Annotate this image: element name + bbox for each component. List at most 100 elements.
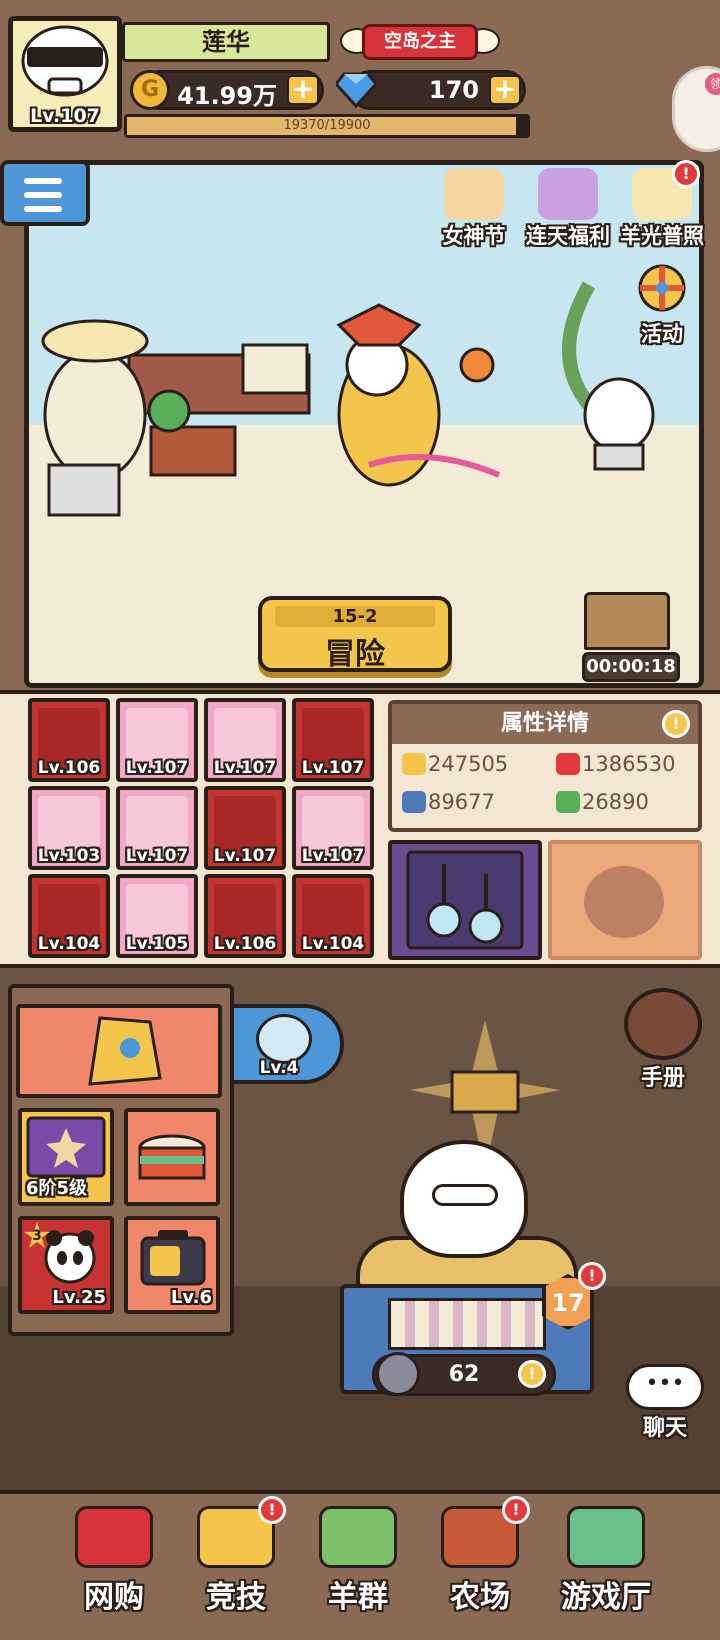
nav-label: 游戏厅 [561, 1580, 651, 1615]
stats-info-button[interactable]: ! [662, 710, 690, 738]
menu-icon-line [24, 206, 62, 212]
drum-slot[interactable] [124, 1108, 220, 1206]
fishbowl-level: Lv.4 [259, 1058, 299, 1078]
main-menu-button[interactable] [0, 160, 90, 226]
equipment-slot-pot[interactable]: Lv.107 [204, 698, 286, 782]
fireworks-icon [26, 1116, 106, 1178]
melon-icon [147, 389, 191, 433]
jester-hat-icon [336, 303, 422, 347]
outfit-slot[interactable] [16, 1004, 222, 1098]
planter-icon [149, 425, 237, 477]
chat-button[interactable]: ••• 聊天 [620, 1364, 710, 1444]
event-goddess-festival[interactable]: 女神节 [428, 168, 520, 248]
diamond-icon [336, 72, 376, 108]
nav-flock[interactable]: 羊群 [298, 1500, 418, 1630]
equipment-slot-gazebo[interactable]: Lv.107 [116, 786, 198, 870]
speed-arrow-icon [556, 791, 580, 813]
nav-shopping-basket[interactable]: 网购 [54, 1500, 174, 1630]
add-gold-button[interactable]: + [287, 75, 319, 105]
player-name[interactable]: 莲华 [122, 22, 330, 62]
nav-label: 羊群 [328, 1580, 388, 1615]
chest-timer: 00:00:18 [582, 652, 680, 682]
equipment-slot-flower-planter[interactable]: Lv.107 [204, 786, 286, 870]
battery-level: Lv.6 [170, 1287, 212, 1308]
equipment-slot-table[interactable]: Lv.107 [292, 698, 374, 782]
beanstalk-icon [562, 281, 596, 410]
pen-alert-badge: ! [578, 1262, 606, 1290]
defense-stat: 89677 [402, 790, 495, 814]
gear-icon[interactable] [376, 1352, 420, 1396]
treasure-chest-icon[interactable] [584, 592, 670, 650]
nav-alert-badge: ! [502, 1496, 530, 1524]
chat-bubble-icon: ••• [626, 1364, 704, 1410]
exp-text: 19370/19900 [283, 118, 371, 133]
hp-value: 1386530 [582, 752, 676, 776]
attack-arm-icon [402, 753, 426, 775]
add-gem-button[interactable]: + [489, 75, 521, 105]
panda-level: Lv.25 [52, 1287, 106, 1308]
gem-value: 170 [428, 76, 479, 104]
nav-farm-barn[interactable]: 农场! [420, 1496, 540, 1630]
drum-icon [138, 1134, 206, 1180]
earring-gear-slot[interactable] [388, 840, 542, 960]
event-daily-welfare[interactable]: 连天福利 [522, 168, 614, 248]
title-badge-label: 空岛之主 [362, 24, 478, 60]
player-avatar[interactable]: Lv.107 [8, 16, 122, 132]
heart-icon [556, 753, 580, 775]
hp-stat: 1386530 [556, 752, 676, 776]
equipment-slot-signboard[interactable]: Lv.105 [116, 874, 198, 958]
side-reward-bubble[interactable]: 领 [672, 66, 720, 152]
equipment-level: Lv.107 [125, 758, 189, 778]
stage-progress-slot[interactable]: 6阶5级 [18, 1108, 114, 1206]
equipment-slot-railing[interactable]: Lv.104 [292, 874, 374, 958]
equipment-slot-hair[interactable]: Lv.106 [28, 698, 110, 782]
equipment-level: Lv.106 [213, 934, 277, 954]
nav-label: 竞技 [206, 1580, 266, 1615]
equipment-level: Lv.107 [213, 758, 277, 778]
stage-progress-label: 6阶5级 [26, 1178, 88, 1199]
yellow-dress-icon [88, 1016, 162, 1086]
nav-arcade-machine[interactable]: 游戏厅 [546, 1500, 666, 1630]
equipment-slot-sprout-fence[interactable]: Lv.107 [292, 786, 374, 870]
goddess-festival-icon [444, 168, 504, 220]
event-alert-badge: ! [672, 160, 700, 188]
gold-coin-icon: G [130, 70, 170, 110]
fishbowl-button[interactable]: Lv.4 [230, 1004, 344, 1084]
adventure-label: 冒险 [325, 637, 385, 672]
pet-silhouette-icon [584, 866, 664, 938]
equipment-slot-fork[interactable]: Lv.106 [204, 874, 286, 958]
flower-pot-icon [459, 347, 495, 383]
sun-hat-icon [41, 319, 149, 363]
equipment-level: Lv.104 [301, 934, 365, 954]
pet-slot[interactable] [548, 840, 702, 960]
cat-statue-icon [583, 377, 655, 453]
shopping-basket-icon [75, 1506, 153, 1568]
event-label: 女神节 [442, 224, 506, 248]
pen-info-button[interactable]: ! [518, 1360, 546, 1388]
earrings-icon [406, 850, 524, 950]
pedestal-icon [47, 463, 121, 517]
gem-counter: 170 + [350, 70, 526, 110]
player-level: Lv.107 [30, 105, 100, 127]
panda-slot[interactable]: 3 Lv.25 [18, 1216, 114, 1314]
equipment-slot-moon-decor[interactable]: Lv.107 [116, 698, 198, 782]
handbook-button[interactable]: 手册 [618, 988, 708, 1091]
equipment-slot-cat-statue[interactable]: Lv.103 [28, 786, 110, 870]
battery-slot[interactable]: Lv.6 [124, 1216, 220, 1314]
glasses-icon [432, 1184, 498, 1206]
equipment-level: Lv.104 [37, 934, 101, 954]
nav-trophy[interactable]: 竞技! [176, 1496, 296, 1630]
sheep-character[interactable] [400, 1140, 528, 1258]
pinwheel-icon [638, 264, 686, 312]
event-label: 羊光普照 [620, 224, 704, 248]
gold-value: 41.99万 [177, 82, 277, 110]
attack-stat: 247505 [402, 752, 508, 776]
event-activities[interactable]: 活动 [616, 262, 708, 346]
stats-panel: 属性详情 ! 247505 1386530 89677 26890 [388, 700, 702, 832]
equipment-slot-cabbage[interactable]: Lv.104 [28, 874, 110, 958]
equipment-level: Lv.107 [125, 846, 189, 866]
adventure-button[interactable]: 15-2 冒险 [258, 596, 452, 672]
handbook-icon [624, 988, 702, 1060]
event-label: 连天福利 [526, 224, 610, 248]
title-badge[interactable]: 空岛之主 [340, 18, 500, 66]
